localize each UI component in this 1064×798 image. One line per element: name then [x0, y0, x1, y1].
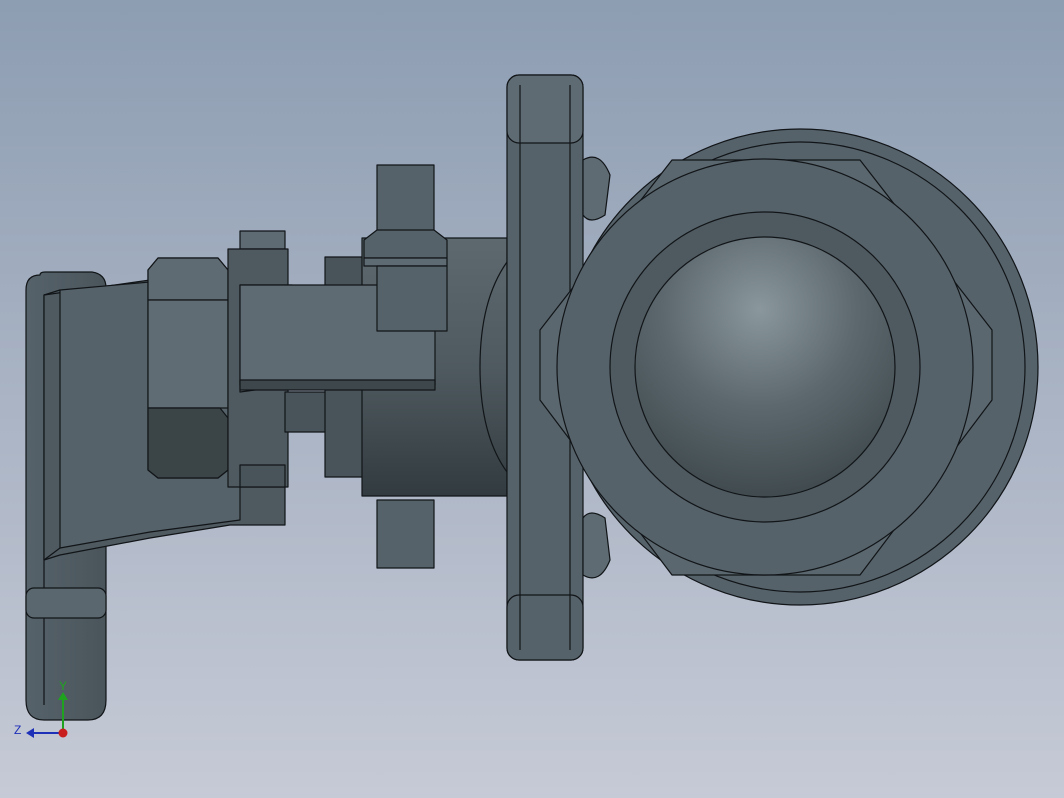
stem-neck: [284, 391, 331, 433]
cad-viewport[interactable]: Y Z: [0, 0, 1064, 798]
bottom-lug: [376, 499, 435, 569]
top-lug-band: [363, 257, 448, 267]
hex-nut-bottom-face: [147, 407, 229, 479]
washer-lower: [239, 464, 286, 488]
flange-bottom-band: [506, 594, 584, 661]
stem-arm-shadow: [239, 379, 436, 391]
hex-nut-top-face: [147, 257, 229, 301]
end-cap-bolt-lug-top: [582, 156, 611, 221]
flange-top-band: [506, 74, 584, 144]
hex-nut-mid-face: [147, 299, 229, 409]
triad-y-label: Y: [59, 679, 67, 693]
end-cap-bolt-lug-bottom: [582, 512, 611, 579]
model-view[interactable]: Y Z: [0, 0, 1064, 798]
triad-z-label: Z: [14, 723, 21, 737]
stem-square: [376, 265, 448, 332]
end-bore-inner: [634, 236, 896, 498]
washer-top: [239, 230, 286, 250]
lever-tip-band: [25, 587, 107, 619]
top-lug-bevel: [363, 229, 448, 259]
handle-nut: [147, 257, 229, 479]
triad-x-origin: [58, 728, 68, 738]
